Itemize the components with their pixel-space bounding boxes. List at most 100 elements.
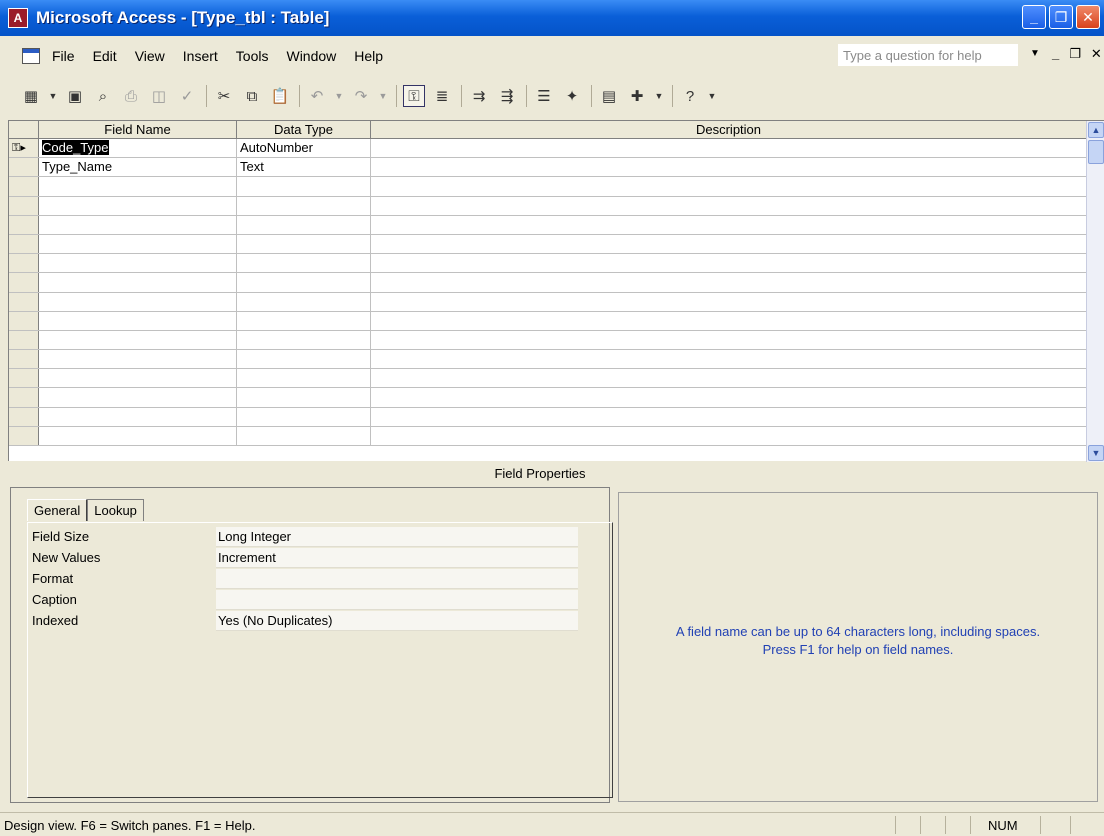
row-selector[interactable] [9,330,39,350]
menu-file[interactable]: File [52,48,75,64]
row-selector[interactable] [9,350,39,369]
data-type-cell[interactable] [237,273,371,292]
indexes-icon[interactable]: ≣ [431,85,453,107]
undo-icon[interactable]: ↶ [306,85,328,107]
spelling-icon[interactable]: ✓ [176,85,198,107]
row-selector[interactable] [9,177,39,196]
grid-vertical-scrollbar[interactable]: ▲ ▼ [1086,121,1104,462]
mdi-minimize-button[interactable]: _ [1052,46,1059,62]
table-row[interactable]: ⚿▸ Code_Type AutoNumber [9,139,1087,159]
view-dropdown-icon[interactable]: ▼ [48,85,58,107]
property-value-indexed[interactable]: Yes (No Duplicates) [216,611,578,631]
description-cell[interactable] [371,407,1087,426]
field-name-cell[interactable] [39,311,237,330]
empty-table-row[interactable] [9,407,1087,427]
description-cell[interactable] [371,388,1087,407]
description-cell[interactable] [371,426,1087,445]
data-type-cell[interactable] [237,254,371,273]
description-cell[interactable] [371,350,1087,369]
row-selector[interactable] [9,215,39,234]
row-selector[interactable] [9,311,39,330]
empty-table-row[interactable] [9,330,1087,351]
field-name-cell[interactable] [39,177,237,196]
primary-key-icon[interactable]: ⚿ [403,85,425,107]
description-cell[interactable] [371,215,1087,234]
description-cell[interactable] [371,369,1087,388]
header-corner[interactable] [9,121,39,138]
scroll-up-icon[interactable]: ▲ [1088,122,1104,138]
data-type-cell[interactable] [237,388,371,407]
property-row[interactable]: Format [32,569,592,589]
scroll-down-icon[interactable]: ▼ [1088,445,1104,461]
row-selector[interactable] [9,196,39,215]
empty-table-row[interactable] [9,234,1087,255]
field-name-cell[interactable] [39,196,237,215]
field-name-cell[interactable] [39,407,237,426]
print-icon[interactable]: ⎙ [120,85,142,107]
property-value-caption[interactable] [216,590,578,610]
data-type-cell[interactable]: Text [237,158,371,177]
help-icon[interactable]: ? [679,85,701,107]
row-selector[interactable] [9,388,39,407]
field-name-cell[interactable] [39,350,237,369]
tab-general[interactable]: General [27,499,88,521]
description-cell[interactable] [371,311,1087,330]
description-cell[interactable] [371,196,1087,215]
description-cell[interactable] [371,177,1087,196]
field-name-cell[interactable]: Type_Name [39,158,237,177]
row-selector[interactable] [9,234,39,254]
property-row[interactable]: Field Size Long Integer [32,527,592,547]
empty-table-row[interactable] [9,273,1087,293]
chevron-down-icon[interactable]: ▼ [1030,48,1040,59]
empty-table-row[interactable] [9,388,1087,408]
view-icon[interactable]: ▦ [20,85,42,107]
field-name-cell[interactable] [39,369,237,388]
empty-table-row[interactable] [9,350,1087,370]
data-type-cell[interactable] [237,350,371,369]
field-name-cell[interactable] [39,330,237,350]
empty-table-row[interactable] [9,311,1087,331]
insert-rows-icon[interactable]: ⇉ [468,85,490,107]
new-object-icon[interactable]: ✚ [626,85,648,107]
empty-table-row[interactable] [9,177,1087,197]
field-name-cell[interactable] [39,254,237,273]
property-row[interactable]: Indexed Yes (No Duplicates) [32,611,592,631]
empty-table-row[interactable] [9,215,1087,235]
menu-edit[interactable]: Edit [93,48,117,64]
redo-dropdown-icon[interactable]: ▼ [378,85,388,107]
save-icon[interactable]: ▣ [64,85,86,107]
description-cell[interactable] [371,234,1087,254]
row-selector[interactable] [9,407,39,426]
property-row[interactable]: New Values Increment [32,548,592,568]
empty-table-row[interactable] [9,426,1087,446]
row-selector[interactable] [9,158,39,177]
field-name-cell[interactable] [39,292,237,311]
data-type-cell[interactable] [237,330,371,350]
paste-icon[interactable]: 📋 [269,85,291,107]
copy-icon[interactable]: ⧉ [241,85,263,107]
redo-icon[interactable]: ↷ [350,85,372,107]
tab-lookup[interactable]: Lookup [87,499,144,521]
search-icon[interactable]: ⌕ [92,85,114,107]
new-object-dropdown-icon[interactable]: ▼ [654,85,664,107]
row-selector[interactable] [9,273,39,292]
data-type-cell[interactable] [237,369,371,388]
empty-table-row[interactable] [9,196,1087,216]
row-selector[interactable] [9,369,39,388]
property-row[interactable]: Caption [32,590,592,610]
builder-icon[interactable]: ✦ [561,85,583,107]
table-document-icon[interactable] [22,48,40,64]
empty-table-row[interactable] [9,369,1087,389]
table-row[interactable]: Type_Name Text [9,158,1087,178]
description-cell[interactable] [371,292,1087,311]
row-selector[interactable] [9,426,39,445]
data-type-cell[interactable] [237,196,371,215]
access-app-icon[interactable]: A [8,8,28,28]
properties-icon[interactable]: ☰ [533,85,555,107]
minimize-button[interactable]: _ [1022,5,1046,29]
toolbar-options-icon[interactable]: ▼ [707,85,717,107]
field-name-cell[interactable] [39,234,237,254]
menu-view[interactable]: View [135,48,165,64]
menu-insert[interactable]: Insert [183,48,218,64]
property-value-field-size[interactable]: Long Integer [216,527,578,547]
